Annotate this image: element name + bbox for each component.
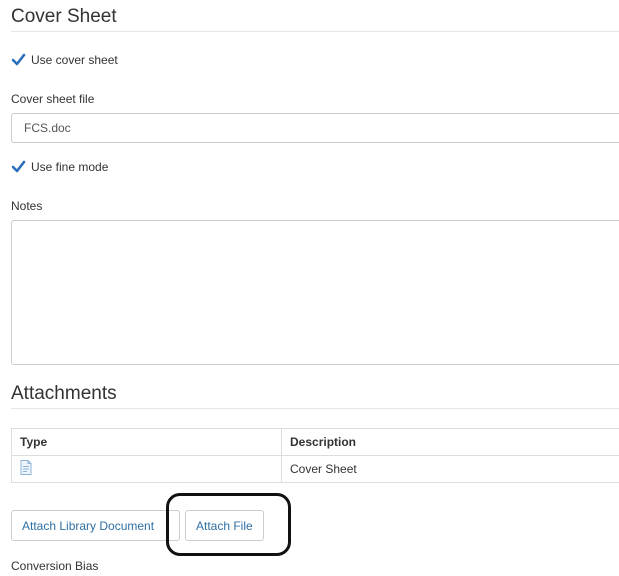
attachment-type-cell	[11, 455, 282, 483]
document-icon[interactable]	[20, 460, 32, 478]
cover-sheet-title: Cover Sheet	[11, 6, 117, 27]
attach-file-button[interactable]: Attach File	[185, 510, 264, 541]
notes-textarea[interactable]	[11, 220, 619, 365]
attachments-divider	[11, 408, 619, 409]
use-fine-mode-label: Use fine mode	[31, 159, 109, 174]
use-fine-mode-checkbox[interactable]: Use fine mode	[11, 159, 108, 174]
attachment-description-cell: Cover Sheet	[281, 455, 619, 483]
notes-label: Notes	[11, 199, 43, 213]
column-header-type: Type	[11, 428, 282, 456]
attach-library-document-label: Attach Library Document	[22, 518, 155, 533]
column-header-description: Description	[281, 428, 619, 456]
attach-library-document-button[interactable]: Attach Library Document	[11, 510, 180, 541]
cover-sheet-file-label: Cover sheet file	[11, 92, 95, 106]
checkmark-icon	[11, 52, 26, 67]
attachments-table: Type Description Cover Sheet	[11, 428, 619, 483]
attachments-title: Attachments	[11, 383, 117, 404]
attach-file-label: Attach File	[196, 518, 253, 533]
table-row[interactable]: Cover Sheet	[11, 455, 619, 483]
use-cover-sheet-checkbox[interactable]: Use cover sheet	[11, 52, 118, 67]
conversion-bias-label: Conversion Bias	[11, 559, 99, 573]
checkmark-icon	[11, 159, 26, 174]
cover-sheet-file-input[interactable]: FCS.doc	[11, 113, 619, 143]
table-header-row: Type Description	[11, 428, 619, 456]
use-cover-sheet-label: Use cover sheet	[31, 52, 118, 67]
cover-sheet-divider	[11, 31, 619, 32]
cover-sheet-file-value: FCS.doc	[24, 121, 71, 135]
page: Cover Sheet Use cover sheet Cover sheet …	[0, 0, 619, 576]
